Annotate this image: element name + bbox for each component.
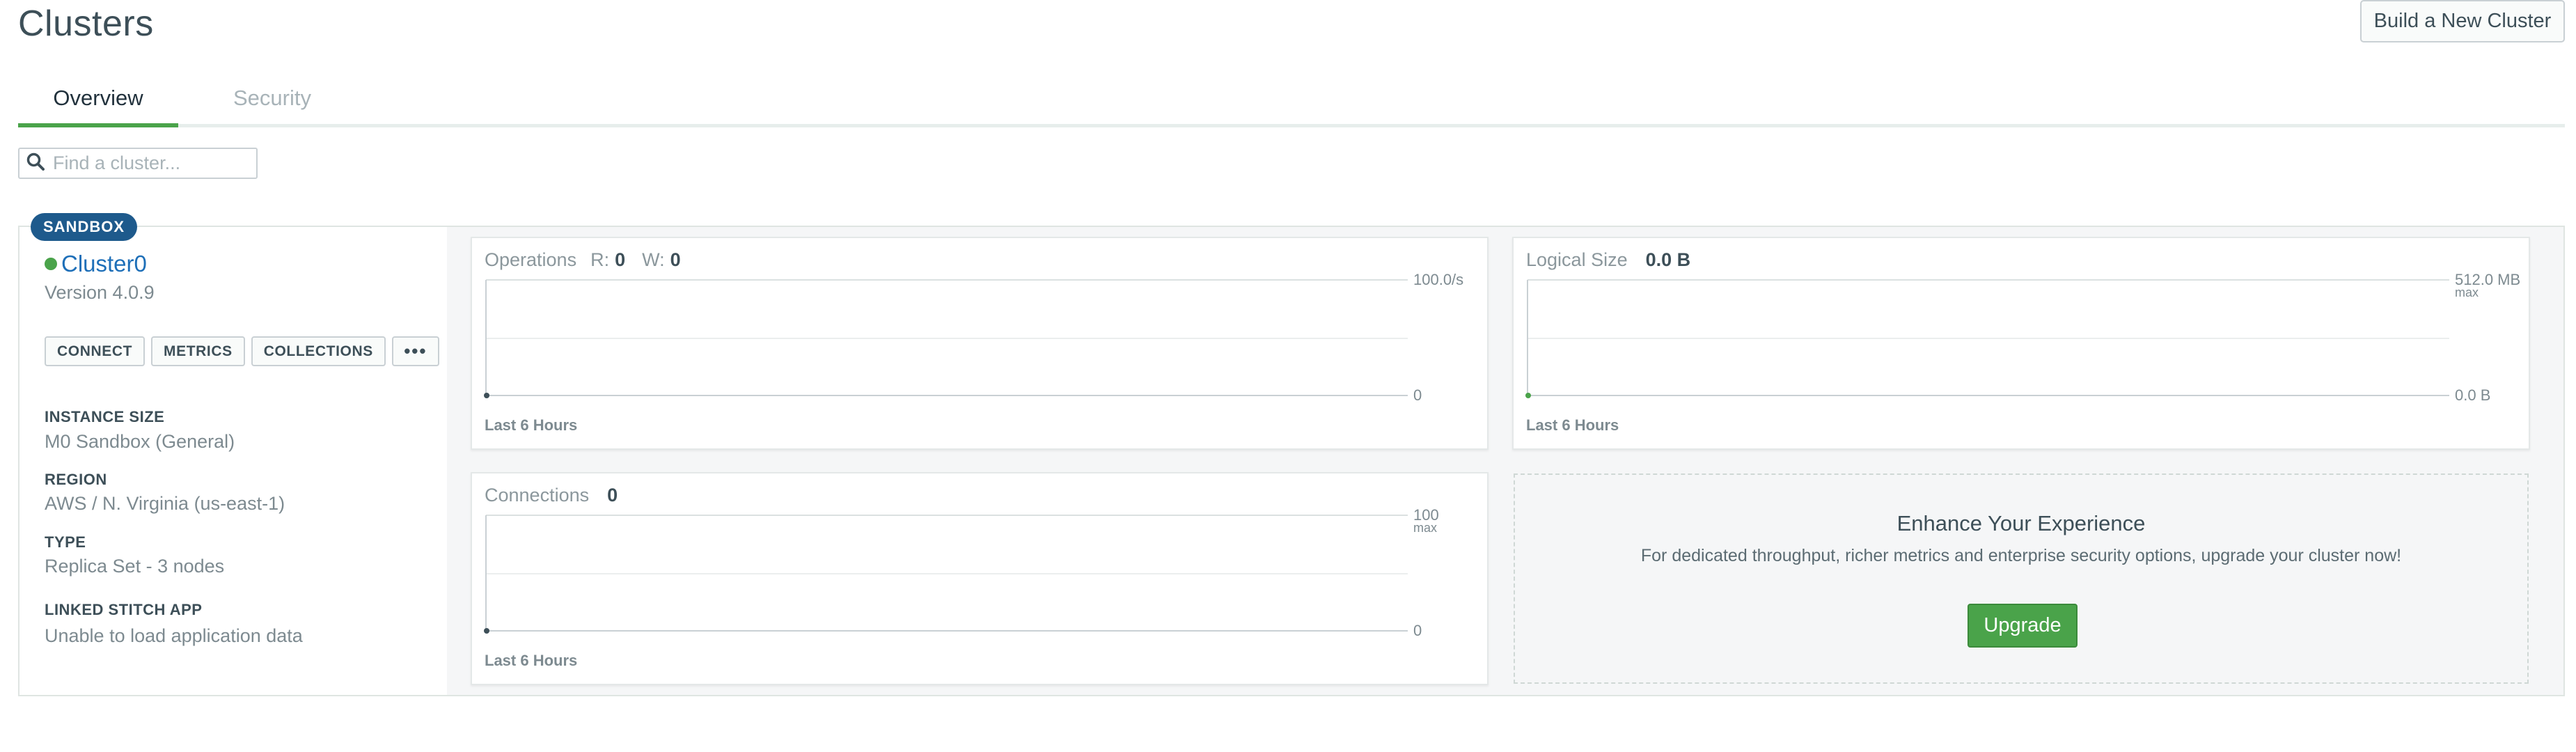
instance-size-label: INSTANCE SIZE (45, 408, 165, 425)
connections-chart (484, 515, 1408, 634)
build-new-cluster-button[interactable]: Build a New Cluster (2360, 0, 2565, 42)
cluster-actions: CONNECT METRICS COLLECTIONS ••• (45, 336, 439, 366)
logical-size-chart (1525, 279, 2449, 398)
connect-button[interactable]: CONNECT (45, 336, 146, 366)
tab-bar-divider (18, 124, 2565, 127)
logical-size-panel[interactable]: Logical Size 0.0 B 512.0 MB max 0.0 B La… (1512, 237, 2530, 450)
clusters-page: Clusters Build a New Cluster Overview Se… (0, 0, 2576, 752)
logical-size-axis-max: 512.0 MB (2455, 271, 2521, 288)
type-value: Replica Set - 3 nodes (45, 556, 225, 577)
search-input[interactable] (53, 152, 255, 174)
cluster-search (18, 148, 258, 179)
logical-size-chart-point (1525, 393, 1531, 398)
connections-panel[interactable]: Connections 0 100 max 0 Last 6 Hours (471, 472, 1489, 685)
operations-chart-point (484, 393, 489, 398)
linked-stitch-app-label: LINKED STITCH APP (45, 601, 203, 618)
collections-button[interactable]: COLLECTIONS (251, 336, 386, 366)
page-title: Clusters (18, 3, 154, 44)
logical-size-axis-min: 0.0 B (2455, 386, 2491, 404)
operations-footer: Last 6 Hours (485, 416, 578, 434)
enhance-experience-panel: Enhance Your Experience For dedicated th… (1514, 473, 2529, 684)
tab-security[interactable]: Security (192, 81, 352, 127)
search-icon (26, 152, 45, 174)
logical-size-footer: Last 6 Hours (1526, 416, 1619, 434)
region-label: REGION (45, 471, 107, 488)
enhance-text: For dedicated throughput, richer metrics… (1640, 546, 2402, 565)
operations-panel[interactable]: Operations R: 0 W: 0 100.0/s 0 Last 6 Ho… (471, 237, 1489, 450)
tab-bar: Overview Security (18, 81, 2565, 127)
operations-axis-max: 100.0/s (1413, 271, 1464, 288)
enhance-title: Enhance Your Experience (1896, 511, 2146, 535)
sandbox-badge: SANDBOX (31, 213, 138, 241)
connections-chart-point (484, 628, 489, 634)
status-dot-icon (45, 258, 57, 270)
more-options-button[interactable]: ••• (391, 336, 439, 366)
upgrade-button[interactable]: Upgrade (1968, 604, 2078, 648)
tab-overview[interactable]: Overview (18, 81, 178, 127)
instance-size-value: M0 Sandbox (General) (45, 431, 235, 452)
metrics-button[interactable]: METRICS (151, 336, 245, 366)
operations-chart (484, 279, 1408, 398)
operations-axis-min: 0 (1413, 386, 1422, 404)
connections-footer: Last 6 Hours (485, 652, 578, 669)
region-value: AWS / N. Virginia (us-east-1) (45, 493, 285, 514)
cluster-version: Version 4.0.9 (45, 282, 155, 303)
cluster-name-link[interactable]: Cluster0 (61, 251, 147, 277)
logical-size-axis-max-sub: max (2455, 285, 2479, 299)
type-label: TYPE (45, 533, 86, 551)
connections-axis-max: 100 (1413, 506, 1439, 524)
connections-axis-max-sub: max (1413, 521, 1438, 535)
linked-stitch-app-value: Unable to load application data (45, 625, 303, 646)
cluster-name-row: Cluster0 (45, 251, 147, 277)
connections-axis-min: 0 (1413, 622, 1422, 639)
